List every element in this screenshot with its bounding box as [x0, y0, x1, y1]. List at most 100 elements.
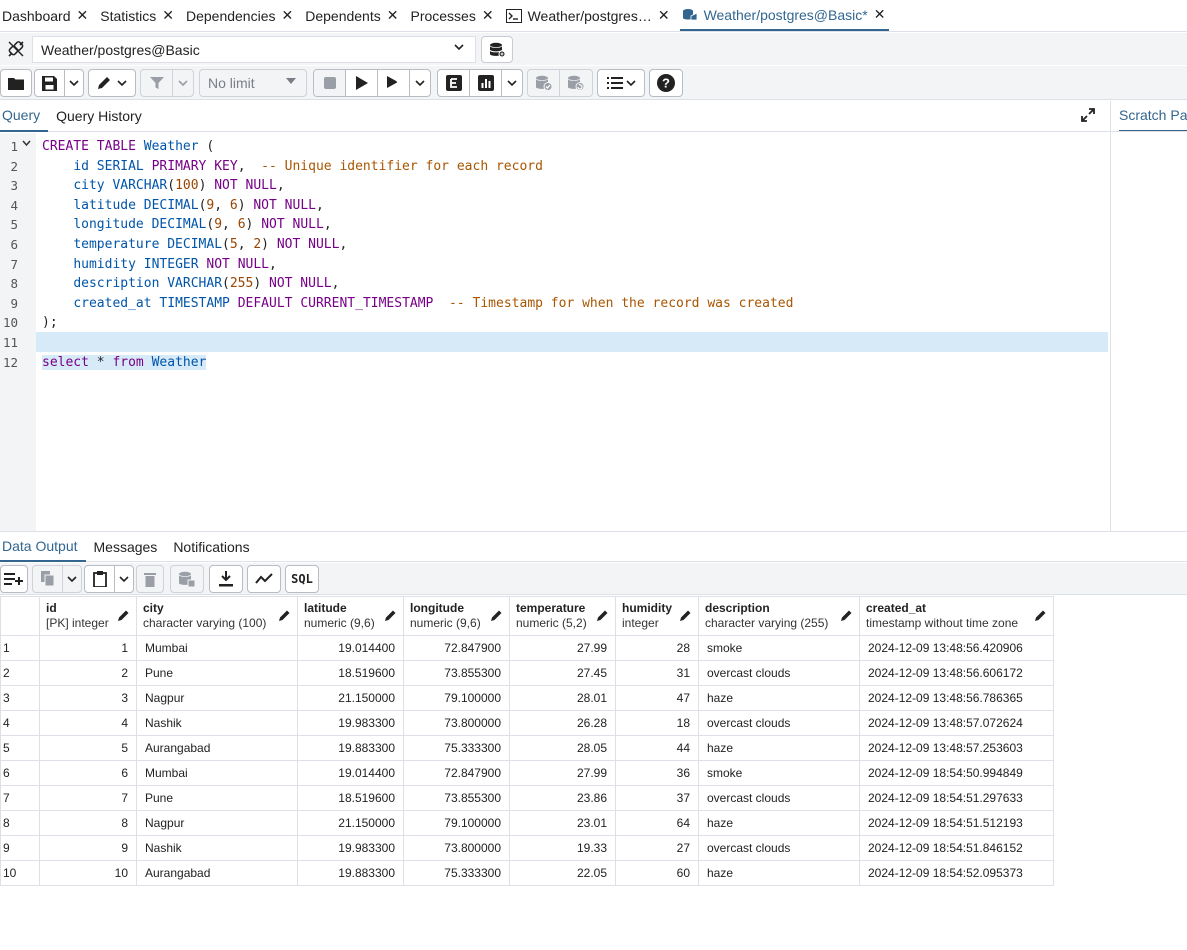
- table-cell[interactable]: 26.28: [509, 710, 616, 736]
- table-cell[interactable]: 7: [39, 785, 137, 811]
- column-header-humidity[interactable]: humidity integer: [615, 596, 699, 636]
- table-cell[interactable]: overcast clouds: [698, 785, 860, 811]
- table-cell[interactable]: Pune: [136, 660, 298, 686]
- table-cell[interactable]: 19.014400: [297, 635, 404, 661]
- table-cell[interactable]: haze: [698, 860, 860, 886]
- table-cell[interactable]: 18: [615, 710, 699, 736]
- table-cell[interactable]: Nashik: [136, 835, 298, 861]
- row-number-cell[interactable]: 9: [0, 835, 40, 861]
- table-cell[interactable]: 2024-12-09 18:54:52.095373: [859, 860, 1054, 886]
- pencil-icon[interactable]: [385, 609, 397, 621]
- table-row[interactable]: 4 4 Nashik 19.983300 73.800000 26.28 18 overcas…: [0, 710, 1054, 736]
- table-cell[interactable]: 37: [615, 785, 699, 811]
- tab-statistics[interactable]: Statistics ✕: [98, 0, 178, 31]
- table-cell[interactable]: 2: [39, 660, 137, 686]
- table-cell[interactable]: 18.519600: [297, 660, 404, 686]
- table-cell[interactable]: Mumbai: [136, 635, 298, 661]
- table-cell[interactable]: 36: [615, 760, 699, 786]
- close-icon[interactable]: ✕: [282, 7, 294, 24]
- table-cell[interactable]: 75.333300: [403, 860, 510, 886]
- table-cell[interactable]: 23.01: [509, 810, 616, 836]
- pencil-icon[interactable]: [279, 609, 291, 621]
- table-cell[interactable]: haze: [698, 810, 860, 836]
- tab-dependents[interactable]: Dependents ✕: [303, 0, 402, 31]
- stop-button[interactable]: [314, 70, 346, 96]
- download-button[interactable]: [210, 566, 242, 592]
- execute-button[interactable]: [346, 70, 378, 96]
- save-data-button[interactable]: [171, 566, 203, 592]
- macros-button[interactable]: [598, 70, 644, 96]
- table-row[interactable]: 2 2 Pune 18.519600 73.855300 27.45 31 overcast …: [0, 660, 1054, 686]
- pencil-icon[interactable]: [597, 609, 609, 621]
- table-row[interactable]: 7 7 Pune 18.519600 73.855300 23.86 37 overcast …: [0, 785, 1054, 811]
- table-cell[interactable]: 3: [39, 685, 137, 711]
- table-cell[interactable]: 2024-12-09 18:54:51.846152: [859, 835, 1054, 861]
- table-cell[interactable]: 60: [615, 860, 699, 886]
- table-row[interactable]: 3 3 Nagpur 21.150000 79.100000 28.01 47 haze 202…: [0, 685, 1054, 711]
- row-number-cell[interactable]: 5: [0, 735, 40, 761]
- tab-scratch-pad[interactable]: Scratch Pa: [1111, 101, 1187, 132]
- table-cell[interactable]: 64: [615, 810, 699, 836]
- table-cell[interactable]: 79.100000: [403, 810, 510, 836]
- explain-analyze-button[interactable]: [470, 70, 502, 96]
- pencil-icon[interactable]: [118, 609, 130, 621]
- table-cell[interactable]: 2024-12-09 18:54:51.512193: [859, 810, 1054, 836]
- column-header-city[interactable]: city character varying (100): [136, 596, 298, 636]
- connection-status-icon[interactable]: [2, 35, 30, 63]
- table-row[interactable]: 9 9 Nashik 19.983300 73.800000 19.33 27 overcas…: [0, 835, 1054, 861]
- paste-button[interactable]: [85, 566, 115, 592]
- tab-query-history[interactable]: Query History: [54, 101, 150, 132]
- table-cell[interactable]: 28.05: [509, 735, 616, 761]
- sql-button[interactable]: SQL: [286, 566, 318, 592]
- copy-button[interactable]: [33, 566, 63, 592]
- row-number-cell[interactable]: 6: [0, 760, 40, 786]
- table-cell[interactable]: 27.45: [509, 660, 616, 686]
- table-cell[interactable]: 47: [615, 685, 699, 711]
- tab-psql-tool[interactable]: Weather/postgres… ✕: [504, 0, 674, 31]
- column-header-temperature[interactable]: temperature numeric (5,2): [509, 596, 616, 636]
- row-number-cell[interactable]: 7: [0, 785, 40, 811]
- table-cell[interactable]: 19.014400: [297, 760, 404, 786]
- table-cell[interactable]: 19.983300: [297, 835, 404, 861]
- table-cell[interactable]: Aurangabad: [136, 860, 298, 886]
- table-cell[interactable]: 23.86: [509, 785, 616, 811]
- explain-button[interactable]: [438, 70, 470, 96]
- table-cell[interactable]: 19.883300: [297, 860, 404, 886]
- row-limit-select[interactable]: No limit: [199, 69, 307, 97]
- table-row[interactable]: 6 6 Mumbai 19.014400 72.847900 27.99 36 smoke 20…: [0, 760, 1054, 786]
- filter-dropdown-button[interactable]: [173, 70, 193, 96]
- table-cell[interactable]: 31: [615, 660, 699, 686]
- table-cell[interactable]: overcast clouds: [698, 710, 860, 736]
- help-button[interactable]: ?: [650, 70, 682, 96]
- row-number-header[interactable]: [0, 596, 40, 636]
- table-cell[interactable]: 28.01: [509, 685, 616, 711]
- close-icon[interactable]: ✕: [874, 6, 886, 23]
- tab-dependencies[interactable]: Dependencies ✕: [184, 0, 297, 31]
- table-cell[interactable]: Mumbai: [136, 760, 298, 786]
- close-icon[interactable]: ✕: [387, 7, 399, 24]
- pencil-icon[interactable]: [491, 609, 503, 621]
- table-cell[interactable]: 73.800000: [403, 835, 510, 861]
- table-cell[interactable]: 2024-12-09 13:48:56.420906: [859, 635, 1054, 661]
- table-row[interactable]: 8 8 Nagpur 21.150000 79.100000 23.01 64 haze 202…: [0, 810, 1054, 836]
- pencil-icon[interactable]: [680, 609, 692, 621]
- table-cell[interactable]: 72.847900: [403, 635, 510, 661]
- tab-processes[interactable]: Processes ✕: [408, 0, 497, 31]
- graph-visualiser-button[interactable]: [248, 566, 280, 592]
- table-cell[interactable]: 79.100000: [403, 685, 510, 711]
- table-cell[interactable]: overcast clouds: [698, 660, 860, 686]
- table-cell[interactable]: smoke: [698, 760, 860, 786]
- edit-menu-button[interactable]: [89, 70, 135, 96]
- table-cell[interactable]: 8: [39, 810, 137, 836]
- filter-button[interactable]: [141, 70, 173, 96]
- table-cell[interactable]: 4: [39, 710, 137, 736]
- table-cell[interactable]: 6: [39, 760, 137, 786]
- rollback-button[interactable]: [560, 70, 592, 96]
- table-cell[interactable]: 19.883300: [297, 735, 404, 761]
- table-cell[interactable]: overcast clouds: [698, 835, 860, 861]
- table-cell[interactable]: Nagpur: [136, 685, 298, 711]
- column-header-id[interactable]: id [PK] integer: [39, 596, 137, 636]
- table-cell[interactable]: Nagpur: [136, 810, 298, 836]
- table-cell[interactable]: Aurangabad: [136, 735, 298, 761]
- new-connection-button[interactable]: [481, 36, 513, 63]
